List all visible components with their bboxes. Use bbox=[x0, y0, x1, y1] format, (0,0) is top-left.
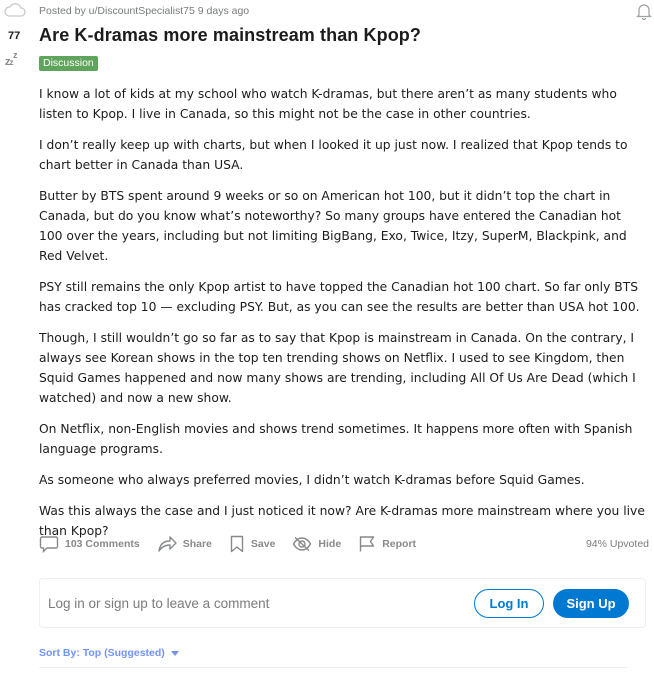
eye-slash-icon bbox=[293, 536, 312, 552]
post-paragraph: As someone who always preferred movies, … bbox=[39, 473, 585, 487]
post-body: I know a lot of kids at my school who wa… bbox=[39, 84, 647, 552]
divider bbox=[39, 667, 627, 668]
post-score: 77 bbox=[8, 30, 21, 42]
comment-prompt: Log in or sign up to leave a comment bbox=[48, 595, 270, 611]
post-paragraph: On Netflix, non-English movies and shows… bbox=[39, 422, 633, 456]
share-label: Share bbox=[182, 538, 212, 550]
upvote-ratio: 94% Upvoted bbox=[585, 538, 649, 550]
comment-login-box: Log in or sign up to leave a comment Log… bbox=[39, 578, 646, 628]
report-button[interactable]: Report bbox=[358, 535, 416, 553]
bookmark-icon bbox=[230, 535, 244, 553]
comment-bubble-icon bbox=[39, 536, 59, 553]
cloud-icon bbox=[4, 3, 26, 17]
post-paragraph: I don’t really keep up with charts, but … bbox=[39, 138, 628, 172]
zzz-icon: z zz bbox=[5, 50, 17, 68]
flair-badge[interactable]: Discussion bbox=[39, 56, 98, 71]
flag-icon bbox=[359, 536, 375, 552]
post-title[interactable]: Are K-dramas more mainstream than Kpop? bbox=[39, 25, 421, 46]
report-label: Report bbox=[382, 538, 417, 550]
post-paragraph: PSY still remains the only Kpop artist t… bbox=[39, 280, 640, 314]
sign-up-button[interactable]: Sign Up bbox=[553, 588, 629, 618]
comments-button[interactable]: 103 Comments bbox=[39, 535, 140, 553]
post-paragraph: I know a lot of kids at my school who wa… bbox=[39, 87, 617, 121]
sort-label: Sort By: Top (Suggested) bbox=[39, 647, 165, 659]
post-paragraph: Though, I still wouldn’t go so far as to… bbox=[39, 331, 636, 405]
post-actions: 103 Comments Share Save Hide Report 94% … bbox=[39, 533, 649, 555]
sort-dropdown[interactable]: Sort By: Top (Suggested) bbox=[39, 647, 179, 659]
hide-button[interactable]: Hide bbox=[292, 535, 341, 553]
post-paragraph: Butter by BTS spent around 9 weeks or so… bbox=[39, 189, 627, 263]
bell-icon[interactable] bbox=[636, 2, 652, 20]
log-in-button[interactable]: Log In bbox=[474, 588, 544, 618]
comments-label: 103 Comments bbox=[65, 538, 140, 550]
save-label: Save bbox=[250, 538, 276, 550]
caret-down-icon bbox=[170, 650, 179, 656]
save-button[interactable]: Save bbox=[229, 535, 276, 553]
post-meta[interactable]: Posted by u/DiscountSpecialist75 9 days … bbox=[39, 5, 249, 17]
hide-label: Hide bbox=[318, 538, 342, 550]
share-arrow-icon bbox=[158, 536, 177, 552]
share-button[interactable]: Share bbox=[157, 535, 212, 553]
